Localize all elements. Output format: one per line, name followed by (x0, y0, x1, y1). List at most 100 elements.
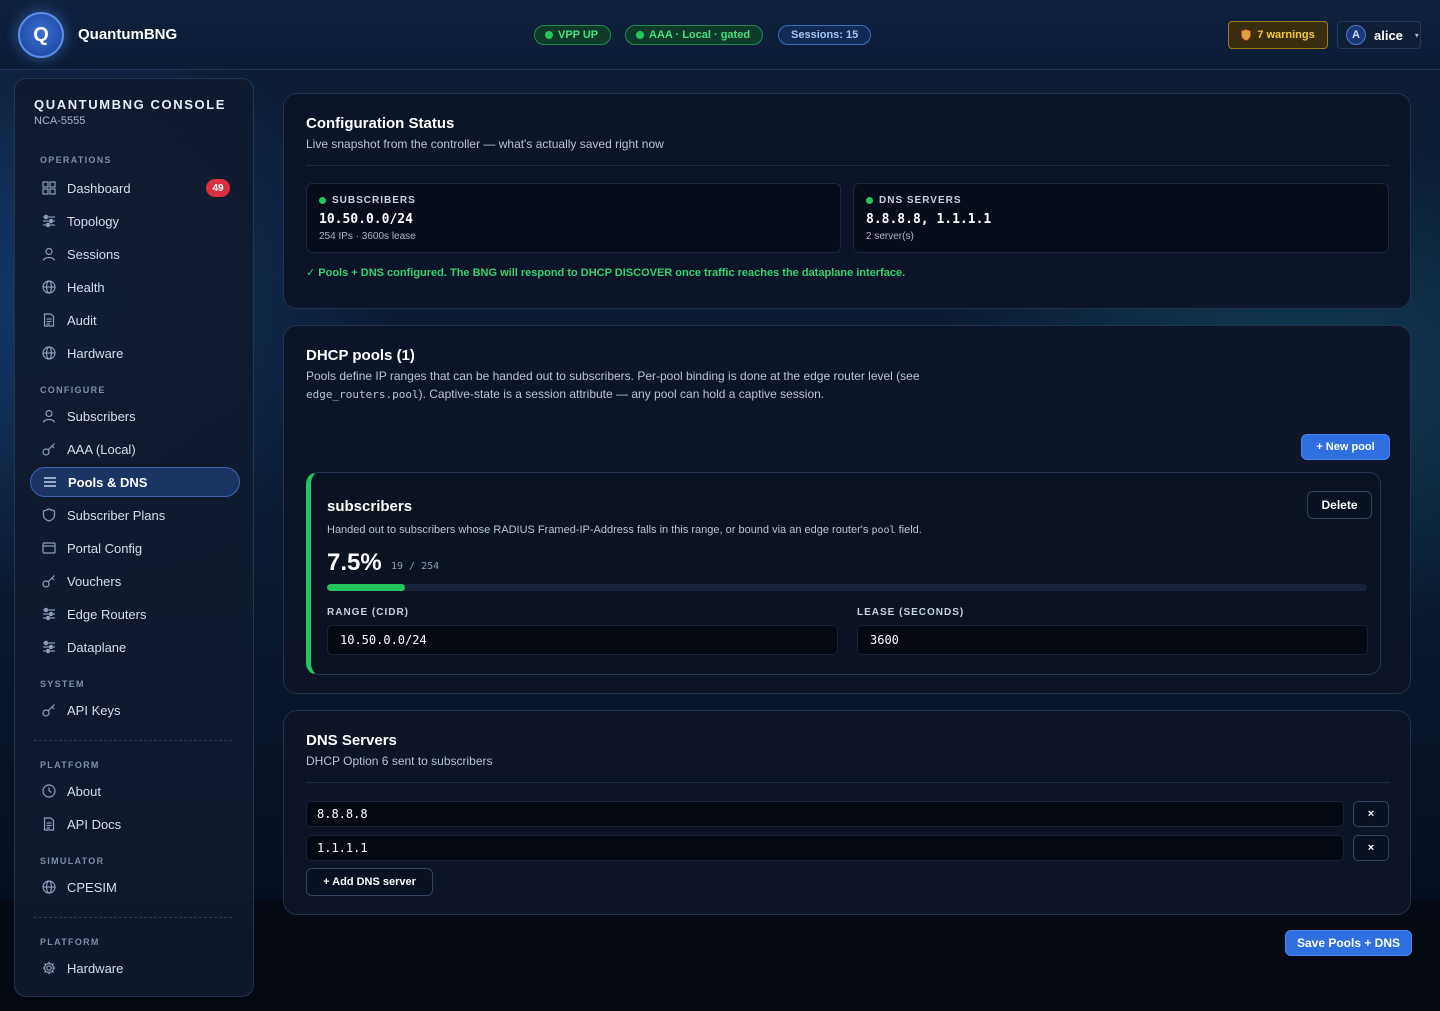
logo-letter: Q (33, 23, 49, 46)
remove-dns-button[interactable]: × (1353, 801, 1389, 827)
pool-utilization-percent: 7.5% (327, 549, 382, 576)
sidebar-item-label: Subscriber Plans (67, 507, 166, 523)
dashboard-badge: 49 (206, 179, 230, 197)
stat-label-text: SUBSCRIBERS (332, 195, 416, 206)
vpp-status-pill: VPP UP (534, 25, 612, 45)
subscribers-stat: SUBSCRIBERS 10.50.0.0/24 254 IPs · 3600s… (306, 183, 841, 253)
section-system: SYSTEM (40, 679, 85, 689)
sidebar-item-vouchers[interactable]: Vouchers (30, 566, 240, 596)
range-cidr-input[interactable]: 10.50.0.0/24 (327, 625, 838, 655)
add-dns-server-button[interactable]: + Add DNS server (306, 868, 433, 896)
range-label: RANGE (CIDR) (327, 607, 409, 618)
remove-dns-button[interactable]: × (1353, 835, 1389, 861)
card-title: DNS Servers (306, 732, 397, 749)
sidebar-item-dataplane[interactable]: Dataplane (30, 632, 240, 662)
globe-icon (42, 280, 56, 294)
sidebar-item-label: Hardware (67, 345, 124, 361)
user-icon (42, 409, 56, 423)
sidebar-divider (34, 917, 232, 918)
desc-code: pool (871, 525, 896, 536)
sidebar-item-health[interactable]: Health (30, 272, 240, 302)
sidebar-item-label: Vouchers (67, 573, 122, 589)
sidebar-item-label: CPESIM (67, 879, 117, 895)
dns-server-input[interactable]: 1.1.1.1 (306, 835, 1344, 861)
section-configure: CONFIGURE (40, 385, 106, 395)
card-subtitle: DHCP Option 6 sent to subscribers (306, 754, 493, 768)
shield-icon (1241, 29, 1252, 41)
sidebar-item-subscriber-plans[interactable]: Subscriber Plans (30, 500, 240, 530)
sidebar-item-sessions[interactable]: Sessions (30, 239, 240, 269)
sliders-icon (42, 640, 56, 654)
stat-meta: 2 server(s) (866, 231, 914, 242)
status-dot-icon (545, 31, 553, 39)
sidebar-item-portal-config[interactable]: Portal Config (30, 533, 240, 563)
shield-icon (42, 508, 56, 522)
desc-text: Pools define IP ranges that can be hande… (306, 369, 920, 383)
sidebar-item-label: Topology (67, 213, 120, 229)
sidebar-item-about[interactable]: About (30, 776, 240, 806)
status-dot-icon (866, 197, 873, 204)
list-icon (43, 475, 57, 489)
stat-label: DNS SERVERS (866, 195, 962, 206)
section-operations: OPERATIONS (40, 155, 112, 165)
section-platform-2: PLATFORM (40, 937, 100, 947)
section-platform: PLATFORM (40, 760, 100, 770)
dns-server-input[interactable]: 8.8.8.8 (306, 801, 1344, 827)
vpp-status-text: VPP UP (558, 29, 599, 41)
globe-icon (42, 880, 56, 894)
pool-utilization-count: 19 / 254 (391, 561, 440, 572)
config-ok-message: ✓ Pools + DNS configured. The BNG will r… (306, 267, 906, 279)
user-menu-button[interactable]: A alice ▾ (1337, 21, 1421, 49)
sidebar-item-topology[interactable]: Topology (30, 206, 240, 236)
sidebar-item-label: Portal Config (67, 540, 143, 556)
stat-value: 8.8.8.8, 1.1.1.1 (866, 212, 992, 227)
top-bar: Q QuantumBNG VPP UP AAA · Local · gated … (0, 0, 1440, 70)
sidebar-item-pools-dns[interactable]: Pools & DNS (30, 467, 240, 497)
sidebar-item-label: Dataplane (67, 639, 127, 655)
desc-text: ). Captive-state is a session attribute … (418, 387, 825, 401)
desc-code: edge_routers.pool (306, 388, 419, 401)
pool-description: Handed out to subscribers whose RADIUS F… (327, 524, 922, 536)
lease-seconds-input[interactable]: 3600 (857, 625, 1368, 655)
sidebar-subtitle: NCA-5555 (34, 115, 86, 127)
pool-utilization-bar (327, 584, 1367, 591)
sidebar-item-label: Hardware (67, 960, 124, 976)
pool-utilization-fill (327, 584, 405, 591)
user-name: alice (1374, 27, 1403, 43)
document-icon (42, 313, 56, 327)
warnings-button[interactable]: 7 warnings (1228, 21, 1328, 49)
key-icon (42, 442, 56, 456)
sidebar-item-api-keys[interactable]: API Keys (30, 695, 240, 725)
sidebar-divider (34, 740, 232, 741)
sidebar-item-hardware[interactable]: Hardware (30, 338, 240, 368)
sidebar-item-label: Audit (67, 312, 97, 328)
status-dot-icon (319, 197, 326, 204)
app-logo[interactable]: Q (18, 12, 64, 58)
sidebar-item-subscribers[interactable]: Subscribers (30, 401, 240, 431)
card-divider (306, 165, 1390, 166)
stat-label-text: DNS SERVERS (879, 195, 962, 206)
stat-label: SUBSCRIBERS (319, 195, 416, 206)
clock-icon (42, 784, 56, 798)
delete-pool-button[interactable]: Delete (1307, 491, 1372, 519)
save-pools-dns-button[interactable]: Save Pools + DNS (1285, 930, 1412, 956)
sidebar-item-api-docs[interactable]: API Docs (30, 809, 240, 839)
sidebar-item-cpesim[interactable]: CPESIM (30, 872, 240, 902)
sidebar-item-label: Dashboard (67, 180, 131, 196)
sidebar-item-hardware-2[interactable]: Hardware (30, 953, 240, 983)
window-icon (42, 541, 56, 555)
sidebar-item-edge-routers[interactable]: Edge Routers (30, 599, 240, 629)
sidebar-title: QUANTUMBNG CONSOLE (34, 97, 227, 112)
lease-label: LEASE (SECONDS) (857, 607, 965, 618)
sidebar-item-aaa-local[interactable]: AAA (Local) (30, 434, 240, 464)
dhcp-pools-card: DHCP pools (1) Pools define IP ranges th… (283, 325, 1411, 694)
new-pool-button[interactable]: + New pool (1301, 434, 1390, 460)
sidebar-item-dashboard[interactable]: Dashboard 49 (30, 173, 240, 203)
user-icon (42, 247, 56, 261)
card-title: Configuration Status (306, 115, 455, 132)
document-icon (42, 817, 56, 831)
dns-servers-stat: DNS SERVERS 8.8.8.8, 1.1.1.1 2 server(s) (853, 183, 1389, 253)
sliders-icon (42, 214, 56, 228)
sessions-pill: Sessions: 15 (778, 25, 872, 45)
sidebar-item-audit[interactable]: Audit (30, 305, 240, 335)
